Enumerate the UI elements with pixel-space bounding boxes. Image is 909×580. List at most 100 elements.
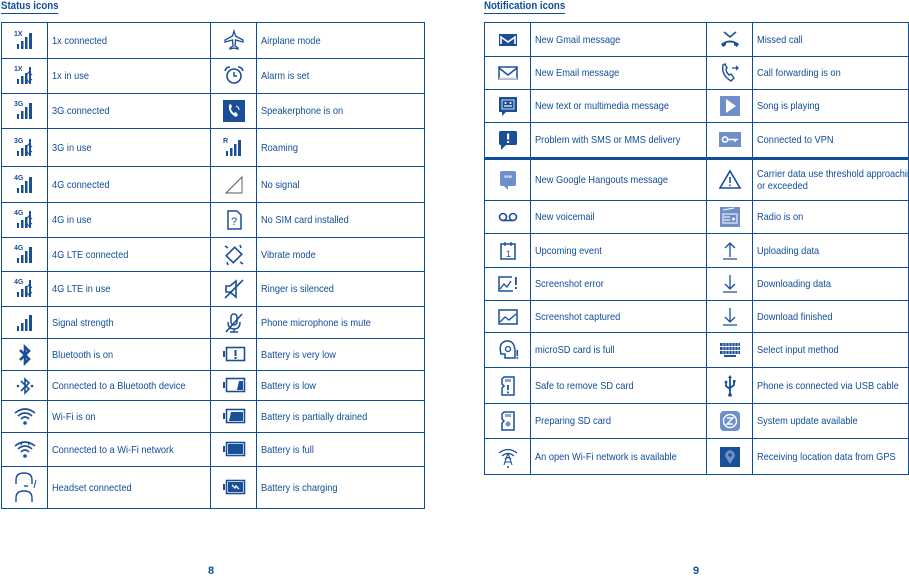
sms-problem-icon xyxy=(498,131,517,150)
table-row: 3G 3G in use R Roaming xyxy=(1,128,425,167)
icon-cell xyxy=(210,93,257,129)
open-wifi-icon xyxy=(498,448,517,468)
icon-description: Song is playing xyxy=(752,89,909,123)
icon-description: New voicemail xyxy=(530,200,707,234)
icon-description: Battery is charging xyxy=(256,466,425,509)
icon-cell xyxy=(484,332,531,368)
alarm-icon xyxy=(223,66,244,84)
icon-description: Connected to a Bluetooth device xyxy=(47,370,211,401)
icon-cell xyxy=(706,56,753,90)
svg-text:1: 1 xyxy=(506,249,511,259)
download-icon xyxy=(722,275,737,293)
missed-call-icon xyxy=(720,30,739,47)
icon-description: Headset connected xyxy=(47,466,211,509)
table-row: 1 Upcoming event Uploading data xyxy=(484,233,909,268)
gps-icon xyxy=(719,446,740,467)
icon-description: Phone is connected via USB cable xyxy=(752,367,909,404)
icon-cell xyxy=(210,432,257,467)
table-row: New voicemail Radio is on xyxy=(484,200,909,234)
icon-description: Battery is full xyxy=(256,432,425,467)
message-icon xyxy=(498,97,517,116)
icon-cell xyxy=(1,466,48,509)
icon-cell: 4G xyxy=(1,202,48,238)
notification-icons-table: New Gmail message Missed call New Email me… xyxy=(484,22,909,475)
icon-cell xyxy=(484,89,531,123)
roaming-icon: R xyxy=(223,138,241,156)
table-row: Connected to a Bluetooth device Battery i… xyxy=(1,370,425,401)
icon-description: No signal xyxy=(256,166,425,203)
table-row: An open Wi-Fi network is available Receiv… xyxy=(484,438,909,475)
icon-cell xyxy=(706,332,753,368)
upload-icon xyxy=(722,241,737,260)
icon-description: New Google Hangouts message xyxy=(530,158,707,201)
icon-description: Alarm is set xyxy=(256,58,425,94)
icon-cell: R xyxy=(210,128,257,167)
ringer-silenced-icon xyxy=(223,279,244,299)
4g-lte-signal-icon: 4G xyxy=(14,245,32,263)
icon-cell xyxy=(1,400,48,433)
table-row: Problem with SMS or MMS delivery Connecte… xyxy=(484,122,909,160)
icon-description: Battery is low xyxy=(256,370,425,401)
table-row: New text or multimedia message Song is pl… xyxy=(484,89,909,123)
svg-text:3G: 3G xyxy=(14,101,24,108)
table-row: Screenshot error Downloading data xyxy=(484,267,909,301)
battery-very-low-icon xyxy=(222,346,245,361)
icon-cell: ? xyxy=(210,202,257,238)
bluetooth-icon xyxy=(18,343,31,366)
system-update-icon xyxy=(719,411,740,431)
battery-partial-icon xyxy=(222,408,245,423)
svg-text:1X: 1X xyxy=(14,66,23,73)
signal-strength-icon xyxy=(16,314,32,331)
table-row: Bluetooth is on Battery is very low xyxy=(1,338,425,371)
icon-cell xyxy=(210,166,257,203)
table-row: 4G 4G LTE connected Vibrate mode xyxy=(1,237,425,272)
icon-cell: " " xyxy=(484,158,531,201)
table-row: Headset connected Battery is charging xyxy=(1,466,425,509)
icon-description: Connected to VPN xyxy=(752,122,909,160)
sd-preparing-icon xyxy=(500,411,515,431)
icon-cell xyxy=(484,267,531,301)
voicemail-icon xyxy=(498,212,517,222)
icon-cell xyxy=(484,22,531,57)
screenshot-icon xyxy=(497,308,518,325)
vibrate-icon xyxy=(224,244,243,265)
1x-signal-icon: 1X xyxy=(14,31,32,49)
vpn-key-icon xyxy=(718,132,741,147)
radio-icon xyxy=(719,207,740,227)
svg-text:4G: 4G xyxy=(14,175,24,182)
icon-description: Receiving location data from GPS xyxy=(752,438,909,475)
icon-description: New Gmail message xyxy=(530,22,707,57)
status-icons-table: 1X 1x connected Airplane mode 1X 1x in use Al… xyxy=(1,22,425,509)
icon-description: Signal strength xyxy=(47,306,211,339)
icon-description: Airplane mode xyxy=(256,22,425,59)
icon-description: Battery is partially drained xyxy=(256,400,425,433)
icon-description: New Email message xyxy=(530,56,707,90)
icon-description: Upcoming event xyxy=(530,233,707,268)
page-number: 8 xyxy=(208,565,215,577)
icon-cell xyxy=(210,237,257,272)
screenshot-error-icon xyxy=(497,276,517,292)
icon-cell: 4G xyxy=(1,271,48,307)
icon-description: Ringer is silenced xyxy=(256,271,425,307)
icon-cell xyxy=(706,300,753,333)
icon-cell xyxy=(484,56,531,90)
hangouts-icon: " " xyxy=(499,171,516,190)
table-row: 3G 3G connected Speakerphone is on xyxy=(1,93,425,129)
page-number: 9 xyxy=(693,565,700,577)
icon-description: Missed call xyxy=(752,22,909,57)
table-row: microSD card is full Select input method xyxy=(484,332,909,368)
email-icon xyxy=(497,66,518,80)
icon-description: Downloading data xyxy=(752,267,909,301)
icon-description: 1x connected xyxy=(47,22,211,59)
icon-description: 4G connected xyxy=(47,166,211,203)
sd-remove-icon xyxy=(500,375,515,396)
table-row: Preparing SD card System update available xyxy=(484,403,909,439)
table-row: 1X 1x in use Alarm is set xyxy=(1,58,425,94)
song-playing-icon xyxy=(719,96,740,116)
table-row: 4G 4G connected No signal xyxy=(1,166,425,203)
svg-text:4G: 4G xyxy=(14,245,24,252)
icon-description: Battery is very low xyxy=(256,338,425,371)
battery-full-icon xyxy=(222,441,245,456)
icon-cell xyxy=(706,89,753,123)
icon-cell: 4G xyxy=(1,237,48,272)
